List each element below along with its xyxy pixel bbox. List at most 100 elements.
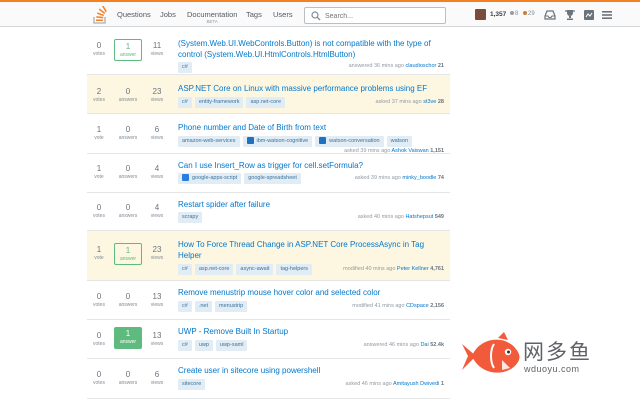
user-reputation: 4,761 bbox=[430, 266, 444, 272]
achievements-icon[interactable] bbox=[564, 9, 576, 21]
activity-text: answered 46 mins ago bbox=[363, 342, 419, 348]
tag-list: c# .net menustrip bbox=[178, 301, 250, 312]
tag-ibm-watson-cognitive[interactable]: ibm-watson-cognitive bbox=[242, 136, 313, 147]
tag-amazon-web-services[interactable]: amazon-web-services bbox=[178, 136, 240, 147]
answers-count: 0 answers bbox=[116, 370, 140, 387]
user-link[interactable]: claudioschor bbox=[405, 63, 436, 69]
nav-questions[interactable]: Questions bbox=[117, 10, 151, 19]
views-number: 23 bbox=[152, 87, 162, 96]
answers-label: answer bbox=[119, 256, 137, 262]
user-reputation: 28 bbox=[437, 99, 444, 105]
nav-documentation[interactable]: Documentation BETA bbox=[187, 10, 237, 24]
tag-sitecore[interactable]: sitecore bbox=[178, 379, 206, 390]
views-number: 13 bbox=[152, 292, 162, 301]
question-title-link[interactable]: (System.Web.UI.WebControls.Button) is no… bbox=[178, 38, 446, 60]
answers-number: 1 bbox=[125, 42, 131, 51]
tag-uwp-xaml[interactable]: uwp-xaml bbox=[215, 340, 248, 351]
watermark-url: wduoyu.com bbox=[524, 364, 580, 374]
question-meta: asked 40 mins ago Hatshepsut 549 bbox=[358, 214, 444, 220]
views-count: 6 views bbox=[145, 370, 169, 387]
question-title-link[interactable]: Can I use Insert_Row as trigger for cell… bbox=[178, 160, 446, 171]
nav-jobs[interactable]: Jobs bbox=[160, 10, 176, 19]
question-title-link[interactable]: How To Force Thread Change in ASP.NET Co… bbox=[178, 239, 446, 261]
search-box[interactable] bbox=[304, 7, 446, 24]
answers-label: answers bbox=[118, 135, 138, 141]
votes-count: 0 votes bbox=[87, 292, 111, 309]
question-title-link[interactable]: Phone number and Date of Birth from text bbox=[178, 122, 446, 133]
tag-google-spreadsheet[interactable]: google-spreadsheet bbox=[244, 173, 301, 184]
tag-csharp[interactable]: c# bbox=[178, 340, 192, 351]
stack-overflow-logo-icon[interactable] bbox=[92, 6, 108, 24]
tag-label: watson-conversation bbox=[329, 138, 380, 144]
tag-watson-conversation[interactable]: watson-conversation bbox=[315, 136, 384, 147]
tag-dotnet[interactable]: .net bbox=[194, 301, 212, 312]
tag-asp-net-core[interactable]: asp.net-core bbox=[194, 264, 234, 275]
user-link[interactable]: Amitayush Dwivedi bbox=[393, 381, 439, 387]
user-reputation: 21 bbox=[437, 63, 444, 69]
tag-uwp[interactable]: uwp bbox=[194, 340, 213, 351]
question-title-link[interactable]: UWP - Remove Built In Startup bbox=[178, 326, 446, 337]
search-input[interactable] bbox=[325, 10, 443, 22]
tag-csharp[interactable]: c# bbox=[178, 301, 192, 312]
votes-number: 0 bbox=[96, 292, 102, 301]
tag-async-await[interactable]: async-await bbox=[236, 264, 274, 275]
tag-asp-net-core[interactable]: asp.net-core bbox=[246, 97, 286, 108]
tag-google-apps-script[interactable]: google-apps-script bbox=[178, 173, 242, 184]
views-number: 23 bbox=[152, 245, 162, 254]
tag-csharp[interactable]: c# bbox=[178, 264, 192, 275]
votes-label: votes bbox=[93, 380, 105, 386]
user-link[interactable]: Hatshepsut bbox=[405, 214, 433, 220]
tag-list: scrapy bbox=[178, 212, 205, 223]
question-title-link[interactable]: Restart spider after failure bbox=[178, 199, 446, 210]
review-queue-icon[interactable] bbox=[583, 9, 595, 21]
answers-label: answers bbox=[118, 213, 138, 219]
user-link[interactable]: Dai bbox=[420, 342, 428, 348]
site-switcher-icon[interactable] bbox=[601, 9, 613, 21]
question-title-link[interactable]: Create user in sitecore using powershell bbox=[178, 365, 446, 376]
answers-count: 0 answers bbox=[116, 203, 140, 220]
tag-entity-framework[interactable]: entity-framework bbox=[194, 97, 244, 108]
question-title-link[interactable]: ASP.NET Core on Linux with massive perfo… bbox=[178, 83, 446, 94]
watson-icon bbox=[246, 137, 254, 145]
votes-number: 1 bbox=[96, 245, 102, 254]
votes-label: vote bbox=[94, 135, 104, 141]
user-reputation: 52.4k bbox=[430, 342, 444, 348]
reputation-count: 1,357 bbox=[490, 11, 507, 18]
activity-text: answered 36 mins ago bbox=[348, 63, 404, 69]
views-number: 4 bbox=[154, 203, 160, 212]
tag-csharp[interactable]: c# bbox=[178, 97, 192, 108]
avatar[interactable] bbox=[475, 9, 486, 20]
user-link[interactable]: st3ve bbox=[423, 99, 436, 105]
user-link[interactable]: Peter Kellner bbox=[397, 266, 429, 272]
tag-label: ibm-watson-cognitive bbox=[256, 138, 309, 144]
tag-list: c# bbox=[178, 62, 195, 73]
tag-menustrip[interactable]: menustrip bbox=[215, 301, 248, 312]
nav-documentation-label[interactable]: Documentation bbox=[187, 10, 237, 19]
question-meta: asked 37 mins ago st3ve 28 bbox=[375, 99, 444, 105]
question-meta: modified 40 mins ago Peter Kellner 4,761 bbox=[343, 266, 444, 272]
answers-label: answer bbox=[119, 52, 137, 58]
answers-number: 0 bbox=[125, 87, 131, 96]
question-row: 0 votes 0 answers 6 views Create user in si… bbox=[87, 359, 450, 399]
tag-watson[interactable]: watson bbox=[386, 136, 413, 147]
views-count: 11 views bbox=[145, 41, 169, 58]
votes-label: votes bbox=[93, 302, 105, 308]
views-count: 23 views bbox=[145, 245, 169, 262]
tag-csharp[interactable]: c# bbox=[178, 62, 192, 73]
question-row: 2 votes 0 answers 23 views ASP.NET Core on … bbox=[87, 75, 450, 114]
votes-count: 0 votes bbox=[87, 203, 111, 220]
question-row: 1 vote 0 answers 4 views Can I use Insert_R… bbox=[87, 154, 450, 193]
tag-scrapy[interactable]: scrapy bbox=[178, 212, 203, 223]
apps-script-icon bbox=[182, 174, 189, 182]
votes-label: vote bbox=[94, 174, 104, 180]
question-title-link[interactable]: Remove menustrip mouse hover color and s… bbox=[178, 287, 446, 298]
user-link[interactable]: CDspace bbox=[406, 303, 429, 309]
inbox-icon[interactable] bbox=[544, 9, 556, 21]
tag-tag-helpers[interactable]: tag-helpers bbox=[276, 264, 312, 275]
activity-text: asked 37 mins ago bbox=[375, 99, 422, 105]
views-label: views bbox=[150, 174, 164, 180]
user-link[interactable]: minky_boodle bbox=[402, 175, 436, 181]
nav-tags[interactable]: Tags bbox=[246, 10, 262, 19]
answers-number: 0 bbox=[125, 292, 131, 301]
nav-users[interactable]: Users bbox=[273, 10, 293, 19]
